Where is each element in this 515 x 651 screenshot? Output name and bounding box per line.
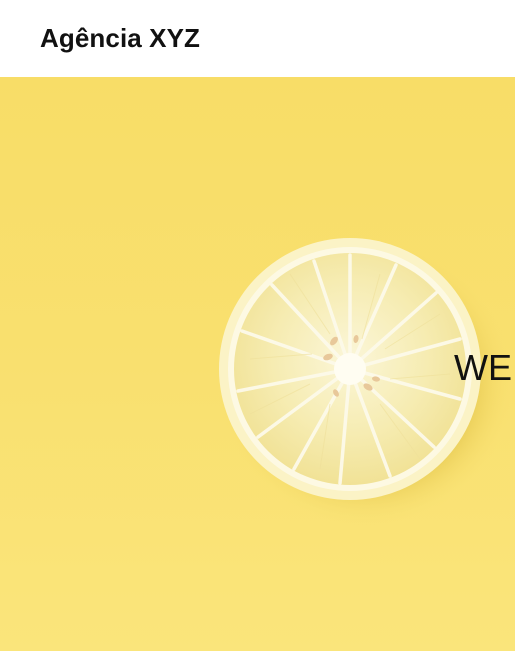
page: Agência XYZ WE [0, 0, 515, 651]
lemon-core [334, 353, 366, 385]
hero-banner: WE [0, 77, 515, 651]
hero-heading: WE [454, 347, 512, 388]
hero-image [0, 77, 515, 651]
brand-logo[interactable]: Agência XYZ [40, 21, 200, 55]
site-header: Agência XYZ [0, 0, 515, 77]
